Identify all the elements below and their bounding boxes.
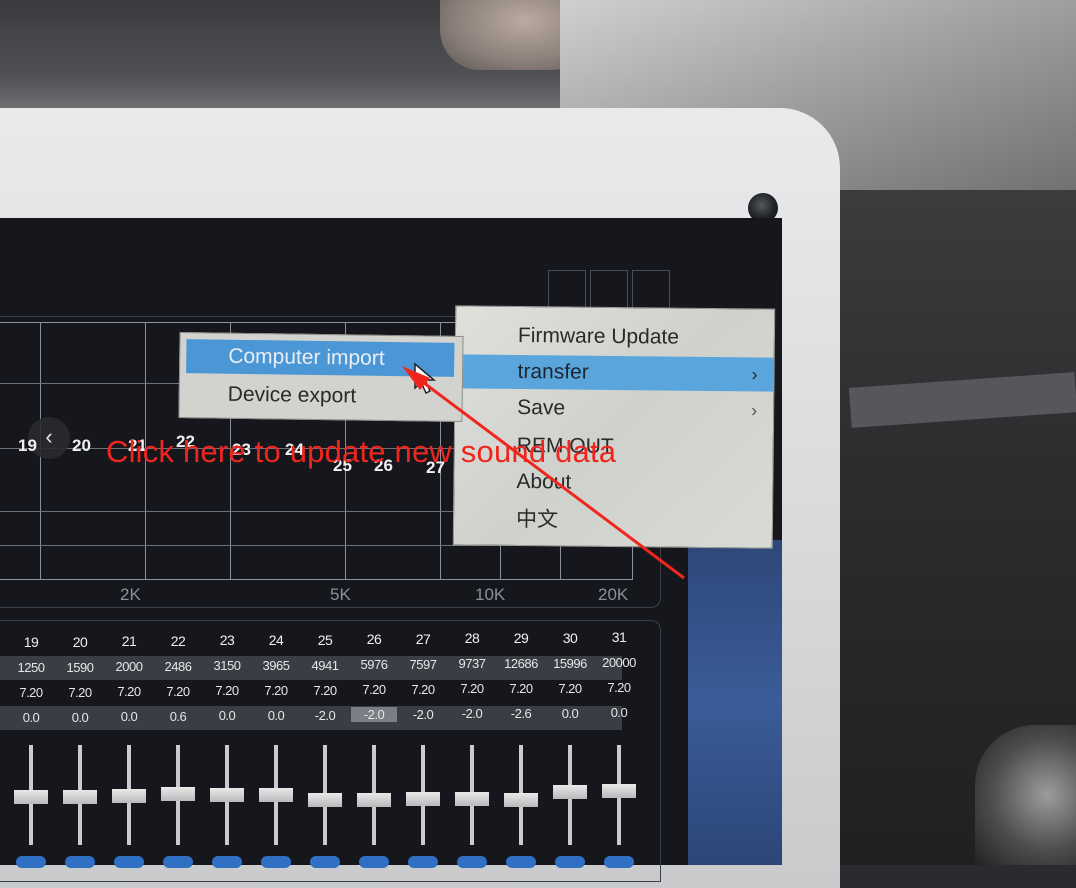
instruction-annotation: Click here to update new sound data xyxy=(106,434,617,469)
red-arrow-annotation xyxy=(402,366,685,580)
